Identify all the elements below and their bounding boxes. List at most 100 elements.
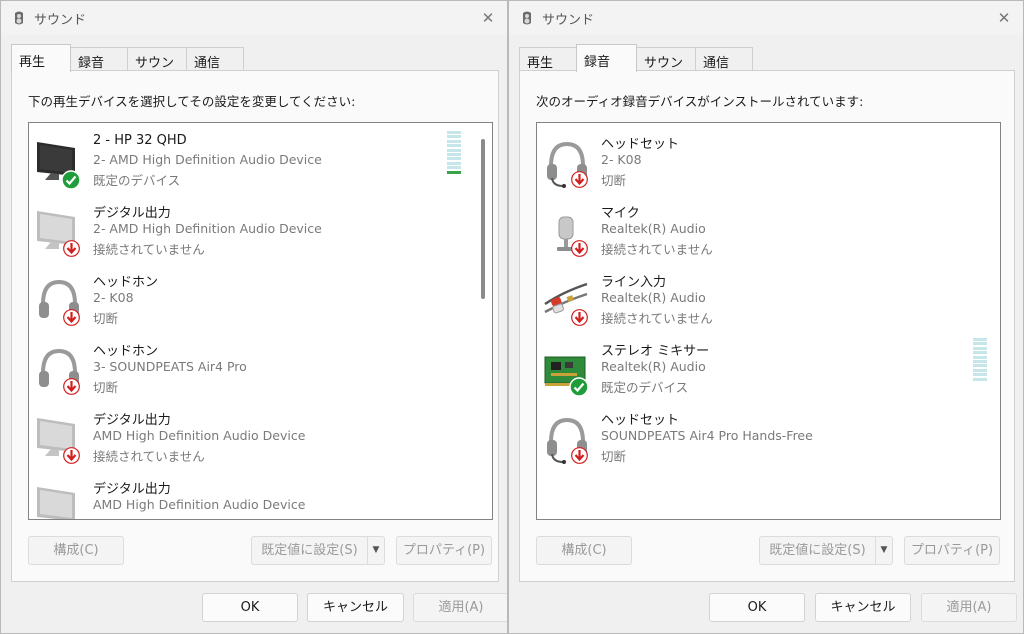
chevron-down-icon[interactable]: ▼ bbox=[875, 536, 893, 565]
device-item[interactable]: 2 - HP 32 QHD 2- AMD High Definition Aud… bbox=[29, 123, 492, 193]
meter-segment bbox=[973, 364, 987, 368]
configure-button[interactable]: 構成(C) bbox=[28, 536, 124, 565]
meter-segment bbox=[447, 148, 461, 152]
check-badge-icon bbox=[569, 377, 589, 397]
meter-segment bbox=[447, 161, 461, 165]
device-driver: 2- AMD High Definition Audio Device bbox=[93, 221, 322, 236]
tab-playback[interactable]: 再生 bbox=[11, 44, 71, 72]
device-name: デジタル出力 bbox=[93, 206, 171, 221]
device-item[interactable]: デジタル出力 AMD High Definition Audio Device … bbox=[29, 399, 492, 469]
speaker-app-icon bbox=[15, 11, 23, 25]
dialog-footer: OK キャンセル 適用(A) bbox=[509, 582, 1023, 633]
ok-button[interactable]: OK bbox=[202, 593, 298, 622]
apply-button[interactable]: 適用(A) bbox=[921, 593, 1017, 622]
device-status: 切断 bbox=[93, 380, 119, 395]
device-driver: 2- K08 bbox=[601, 152, 642, 167]
device-status: 切断 bbox=[601, 449, 627, 464]
device-name: デジタル出力 bbox=[93, 413, 171, 428]
properties-button[interactable]: プロパティ(P) bbox=[396, 536, 492, 565]
device-item[interactable]: ヘッドホン 2- K08 切断 bbox=[29, 261, 492, 331]
device-item[interactable]: マイク Realtek(R) Audio 接続されていません bbox=[537, 192, 1000, 262]
apply-button[interactable]: 適用(A) bbox=[413, 593, 507, 622]
device-list[interactable]: 2 - HP 32 QHD 2- AMD High Definition Aud… bbox=[28, 122, 493, 520]
tab-sounds[interactable]: サウンド bbox=[636, 47, 696, 90]
down-arrow-badge-icon bbox=[63, 240, 80, 257]
meter-segment bbox=[447, 131, 461, 134]
device-name: ステレオ ミキサー bbox=[601, 344, 710, 359]
meter-segment bbox=[973, 355, 987, 359]
meter-segment bbox=[447, 170, 461, 174]
device-item[interactable]: ライン入力 Realtek(R) Audio 接続されていません bbox=[537, 261, 1000, 331]
down-arrow-badge-icon bbox=[571, 447, 588, 464]
close-icon[interactable]: ✕ bbox=[475, 5, 501, 31]
tab-recording[interactable]: 録音 bbox=[70, 47, 128, 71]
sound-dialog-playback: サウンド ✕ 再生 録音 サウンド 通信 下の再生デバイスを選択してその設定を変… bbox=[0, 0, 508, 634]
meter-segment bbox=[973, 351, 987, 355]
meter-segment bbox=[973, 377, 987, 381]
meter-segment bbox=[447, 153, 461, 156]
window-title: サウンド bbox=[542, 13, 595, 28]
set-default-split-button[interactable]: 既定値に設定(S) ▼ bbox=[759, 536, 894, 565]
down-arrow-badge-icon bbox=[63, 309, 80, 326]
device-driver: AMD High Definition Audio Device bbox=[93, 428, 306, 443]
device-item[interactable]: デジタル出力 AMD High Definition Audio Device bbox=[29, 468, 492, 519]
device-driver: Realtek(R) Audio bbox=[601, 290, 706, 305]
device-status: 接続されていません bbox=[93, 242, 205, 257]
configure-button[interactable]: 構成(C) bbox=[536, 536, 632, 565]
scrollbar-thumb[interactable] bbox=[481, 139, 485, 299]
tab-panel: 次のオーディオ録音デバイスがインストールされています: ヘッドセット 2- K0… bbox=[519, 70, 1015, 582]
set-default-button[interactable]: 既定値に設定(S) bbox=[759, 536, 875, 565]
set-default-button[interactable]: 既定値に設定(S) bbox=[251, 536, 367, 565]
window-title: サウンド bbox=[34, 13, 87, 28]
device-item[interactable]: ヘッドセット SOUNDPEATS Air4 Pro Hands-Free 切断 bbox=[537, 399, 1000, 469]
device-status: 切断 bbox=[601, 173, 627, 188]
properties-button[interactable]: プロパティ(P) bbox=[904, 536, 1000, 565]
device-name: マイク bbox=[601, 206, 640, 221]
monitor-icon bbox=[37, 487, 75, 519]
device-item[interactable]: ヘッドセット 2- K08 切断 bbox=[537, 123, 1000, 193]
device-item[interactable]: ヘッドホン 3- SOUNDPEATS Air4 Pro 切断 bbox=[29, 330, 492, 400]
meter-segment bbox=[973, 338, 987, 341]
device-status: 既定のデバイス bbox=[601, 380, 689, 395]
meter-segment bbox=[973, 373, 987, 377]
instruction-text: 次のオーディオ録音デバイスがインストールされています: bbox=[536, 94, 864, 109]
close-icon[interactable]: ✕ bbox=[991, 5, 1017, 31]
title-bar: サウンド ✕ bbox=[1, 1, 507, 35]
title-bar: サウンド ✕ bbox=[509, 1, 1023, 35]
down-arrow-badge-icon bbox=[571, 309, 588, 326]
device-name: ライン入力 bbox=[601, 275, 667, 290]
device-item[interactable]: ステレオ ミキサー Realtek(R) Audio 既定のデバイス bbox=[537, 330, 1000, 400]
instruction-text: 下の再生デバイスを選択してその設定を変更してください: bbox=[28, 94, 356, 109]
meter-segment bbox=[447, 135, 461, 139]
ok-button[interactable]: OK bbox=[709, 593, 805, 622]
down-arrow-badge-icon bbox=[63, 447, 80, 464]
device-driver: 2- K08 bbox=[93, 290, 134, 305]
device-driver: 3- SOUNDPEATS Air4 Pro bbox=[93, 359, 247, 374]
meter-segment bbox=[973, 342, 987, 346]
meter-segment bbox=[973, 360, 987, 363]
meter-segment bbox=[447, 157, 461, 161]
tab-panel: 下の再生デバイスを選択してその設定を変更してください: 2 - HP 32 QH… bbox=[11, 70, 499, 582]
cancel-button[interactable]: キャンセル bbox=[815, 593, 911, 622]
tab-sounds[interactable]: サウンド bbox=[127, 47, 187, 90]
device-name: ヘッドセット bbox=[601, 413, 680, 428]
tab-recording[interactable]: 録音 bbox=[576, 44, 637, 72]
device-item[interactable]: デジタル出力 2- AMD High Definition Audio Devi… bbox=[29, 192, 492, 262]
set-default-split-button[interactable]: 既定値に設定(S) ▼ bbox=[251, 536, 386, 565]
down-arrow-badge-icon bbox=[63, 378, 80, 395]
down-arrow-badge-icon bbox=[571, 171, 588, 188]
chevron-down-icon[interactable]: ▼ bbox=[367, 536, 385, 565]
meter-segment bbox=[973, 346, 987, 350]
playback-level-meter bbox=[447, 131, 461, 175]
tab-playback[interactable]: 再生 bbox=[519, 47, 577, 71]
device-list[interactable]: ヘッドセット 2- K08 切断 マイク Realtek(R) Audio 接続… bbox=[536, 122, 1001, 520]
device-status: 接続されていません bbox=[601, 311, 713, 326]
cancel-button[interactable]: キャンセル bbox=[307, 593, 404, 622]
tab-communications[interactable]: 通信 bbox=[695, 47, 753, 71]
device-driver: AMD High Definition Audio Device bbox=[93, 497, 306, 512]
speaker-app-icon bbox=[523, 11, 531, 25]
down-arrow-badge-icon bbox=[571, 240, 588, 257]
recording-level-meter bbox=[973, 338, 987, 382]
device-name: デジタル出力 bbox=[93, 482, 171, 497]
tab-communications[interactable]: 通信 bbox=[186, 47, 244, 71]
